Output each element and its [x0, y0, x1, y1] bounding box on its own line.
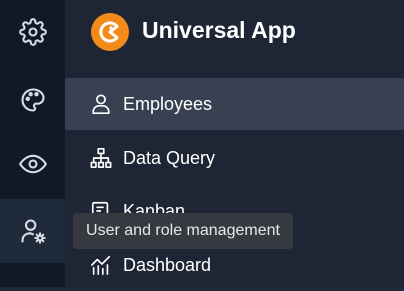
menu-item-label: Employees — [123, 93, 213, 114]
menu-item-data-query[interactable]: Data Query — [65, 132, 404, 184]
gear-icon — [18, 18, 47, 46]
palette-icon — [21, 88, 45, 112]
menu-item-label: Dashboard — [123, 254, 212, 275]
app-logo-icon — [91, 13, 129, 51]
user-gear-icon — [20, 219, 46, 244]
eye-icon — [18, 154, 47, 174]
settings-rail-button[interactable] — [0, 0, 65, 64]
icon-rail — [0, 0, 65, 287]
view-rail-button[interactable] — [0, 132, 65, 196]
app-header: Universal App — [65, 0, 404, 74]
user-management-rail-button[interactable] — [0, 199, 65, 263]
menu-item-label: Data Query — [123, 147, 216, 168]
user-icon — [90, 93, 112, 115]
hierarchy-icon — [90, 147, 112, 169]
app-title: Universal App — [142, 17, 296, 43]
menu-item-employees[interactable]: Employees — [65, 78, 404, 130]
chart-icon — [90, 254, 112, 276]
theme-rail-button[interactable] — [0, 68, 65, 132]
tooltip: User and role management — [73, 213, 293, 249]
